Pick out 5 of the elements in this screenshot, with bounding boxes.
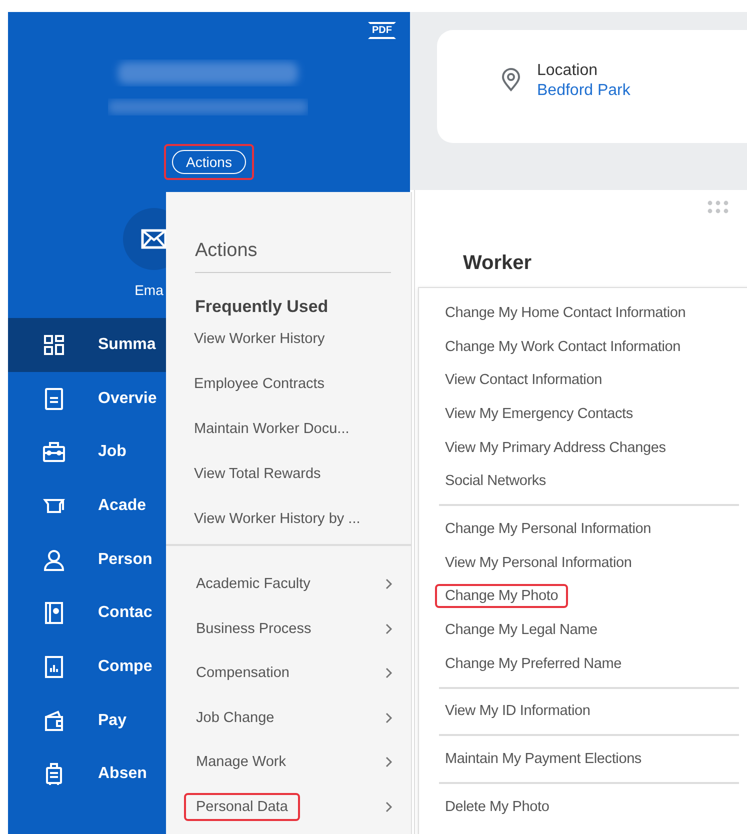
menu-section-title: Frequently Used <box>195 297 330 317</box>
section-heading: Worker <box>463 252 533 275</box>
menu-title: Actions <box>195 240 391 273</box>
location-label: Location <box>537 62 598 80</box>
email-label: Ema <box>134 282 164 298</box>
